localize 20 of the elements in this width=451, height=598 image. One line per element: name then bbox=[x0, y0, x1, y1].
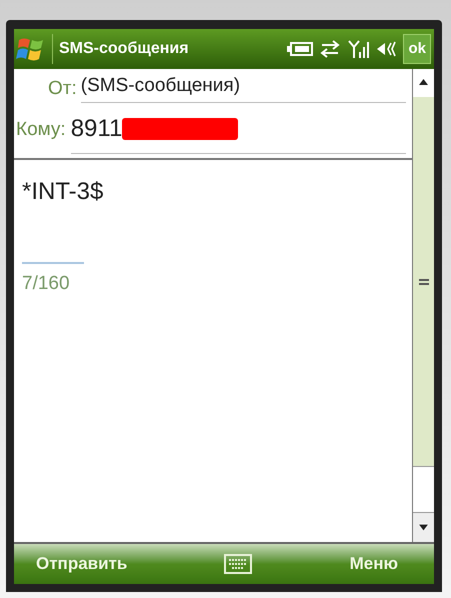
connectivity-icon bbox=[319, 39, 342, 59]
scroll-down-icon[interactable] bbox=[413, 512, 434, 542]
keyboard-icon[interactable] bbox=[224, 554, 252, 574]
scrollbar[interactable] bbox=[412, 69, 434, 542]
send-softkey[interactable]: Отправить bbox=[36, 551, 128, 577]
character-counter: 7/160 bbox=[22, 272, 70, 296]
ok-button[interactable]: ok bbox=[403, 34, 431, 64]
to-label: Кому: bbox=[16, 118, 67, 142]
message-field[interactable]: *INT-3$ 7/160 bbox=[14, 160, 412, 542]
battery-icon bbox=[287, 41, 314, 57]
signal-icon bbox=[347, 38, 370, 60]
scroll-thumb[interactable] bbox=[413, 466, 434, 512]
volume-icon[interactable] bbox=[375, 39, 398, 59]
from-field: (SMS-сообщения) bbox=[80, 72, 406, 103]
to-field[interactable]: 8911 bbox=[70, 104, 406, 154]
scroll-thumb-grip-icon[interactable] bbox=[418, 278, 428, 284]
from-label: От: bbox=[48, 76, 78, 100]
scroll-up-icon[interactable] bbox=[413, 69, 434, 97]
menu-softkey[interactable]: Меню bbox=[350, 551, 398, 577]
window-title: SMS-сообщения bbox=[59, 39, 190, 59]
